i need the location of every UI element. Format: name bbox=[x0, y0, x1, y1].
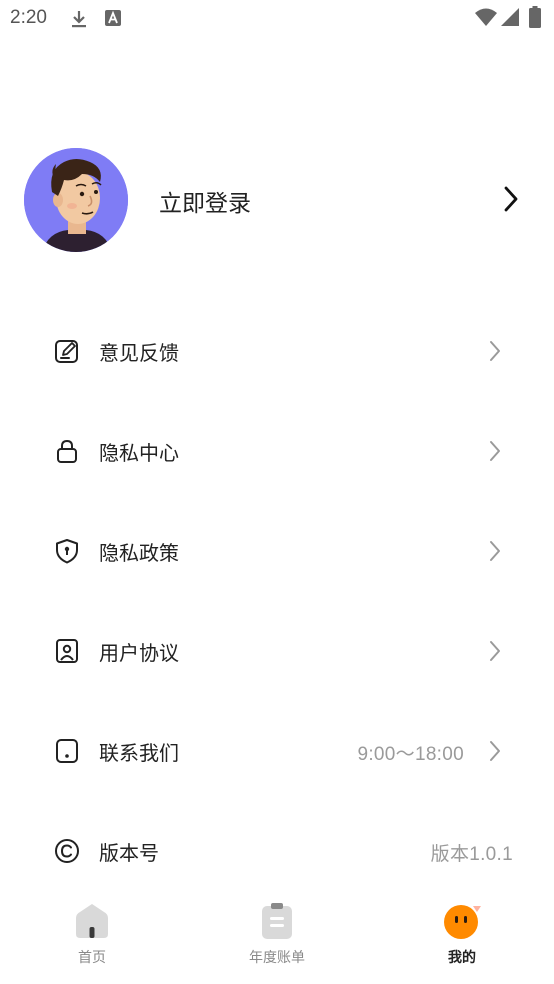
menu-item-label: 隐私政策 bbox=[99, 541, 179, 565]
shield-icon bbox=[54, 538, 80, 564]
chevron-right-icon bbox=[488, 640, 502, 666]
chevron-right-icon bbox=[488, 440, 502, 466]
chevron-right-icon[interactable] bbox=[503, 185, 519, 217]
user-agreement-icon bbox=[54, 638, 80, 664]
status-time: 2:20 bbox=[10, 7, 47, 28]
wifi-icon bbox=[474, 7, 498, 31]
contact-hours: 9:00～18:00 bbox=[357, 744, 464, 765]
download-icon bbox=[70, 9, 88, 33]
menu-item-privacy-center[interactable]: 隐私中心 bbox=[0, 420, 554, 480]
menu-item-privacy-policy[interactable]: 隐私政策 bbox=[0, 520, 554, 580]
chevron-right-icon bbox=[488, 540, 502, 566]
chevron-right-icon bbox=[488, 740, 502, 766]
login-label[interactable]: 立即登录 bbox=[159, 184, 251, 218]
tab-mine[interactable]: 我的 bbox=[402, 892, 522, 984]
tab-label: 首页 bbox=[78, 950, 106, 966]
menu-item-label: 版本号 bbox=[99, 841, 159, 865]
menu-item-label: 意见反馈 bbox=[99, 341, 179, 365]
menu-item-label: 用户协议 bbox=[99, 641, 179, 665]
avatar[interactable] bbox=[24, 148, 128, 252]
bottom-nav: 首页 年度账单 我的 bbox=[0, 892, 554, 984]
tab-label: 年度账单 bbox=[249, 950, 305, 966]
tab-annual-bill[interactable]: 年度账单 bbox=[217, 892, 337, 984]
tab-home[interactable]: 首页 bbox=[32, 892, 152, 984]
feedback-icon bbox=[54, 338, 80, 364]
bill-icon bbox=[258, 902, 296, 940]
status-bar: 2:20 bbox=[0, 0, 554, 38]
menu-item-label: 联系我们 bbox=[99, 741, 179, 765]
home-icon bbox=[73, 902, 111, 940]
tab-label: 我的 bbox=[448, 950, 476, 966]
phone-icon bbox=[54, 738, 80, 764]
menu-item-feedback[interactable]: 意见反馈 bbox=[0, 320, 554, 380]
version-value: 版本1.0.1 bbox=[430, 844, 513, 865]
signal-icon bbox=[500, 7, 520, 31]
copyright-icon bbox=[54, 838, 80, 864]
menu-item-contact-us[interactable]: 联系我们 9:00～18:00 bbox=[0, 720, 554, 780]
text-a-icon bbox=[104, 9, 122, 31]
battery-icon bbox=[529, 6, 541, 32]
menu-item-version: 版本号 版本1.0.1 bbox=[0, 820, 554, 880]
chevron-right-icon bbox=[488, 340, 502, 366]
login-row[interactable]: 立即登录 bbox=[0, 140, 554, 260]
menu-item-user-agreement[interactable]: 用户协议 bbox=[0, 620, 554, 680]
mine-face-icon bbox=[443, 902, 481, 940]
menu-item-label: 隐私中心 bbox=[99, 441, 179, 465]
lock-icon bbox=[54, 438, 80, 464]
